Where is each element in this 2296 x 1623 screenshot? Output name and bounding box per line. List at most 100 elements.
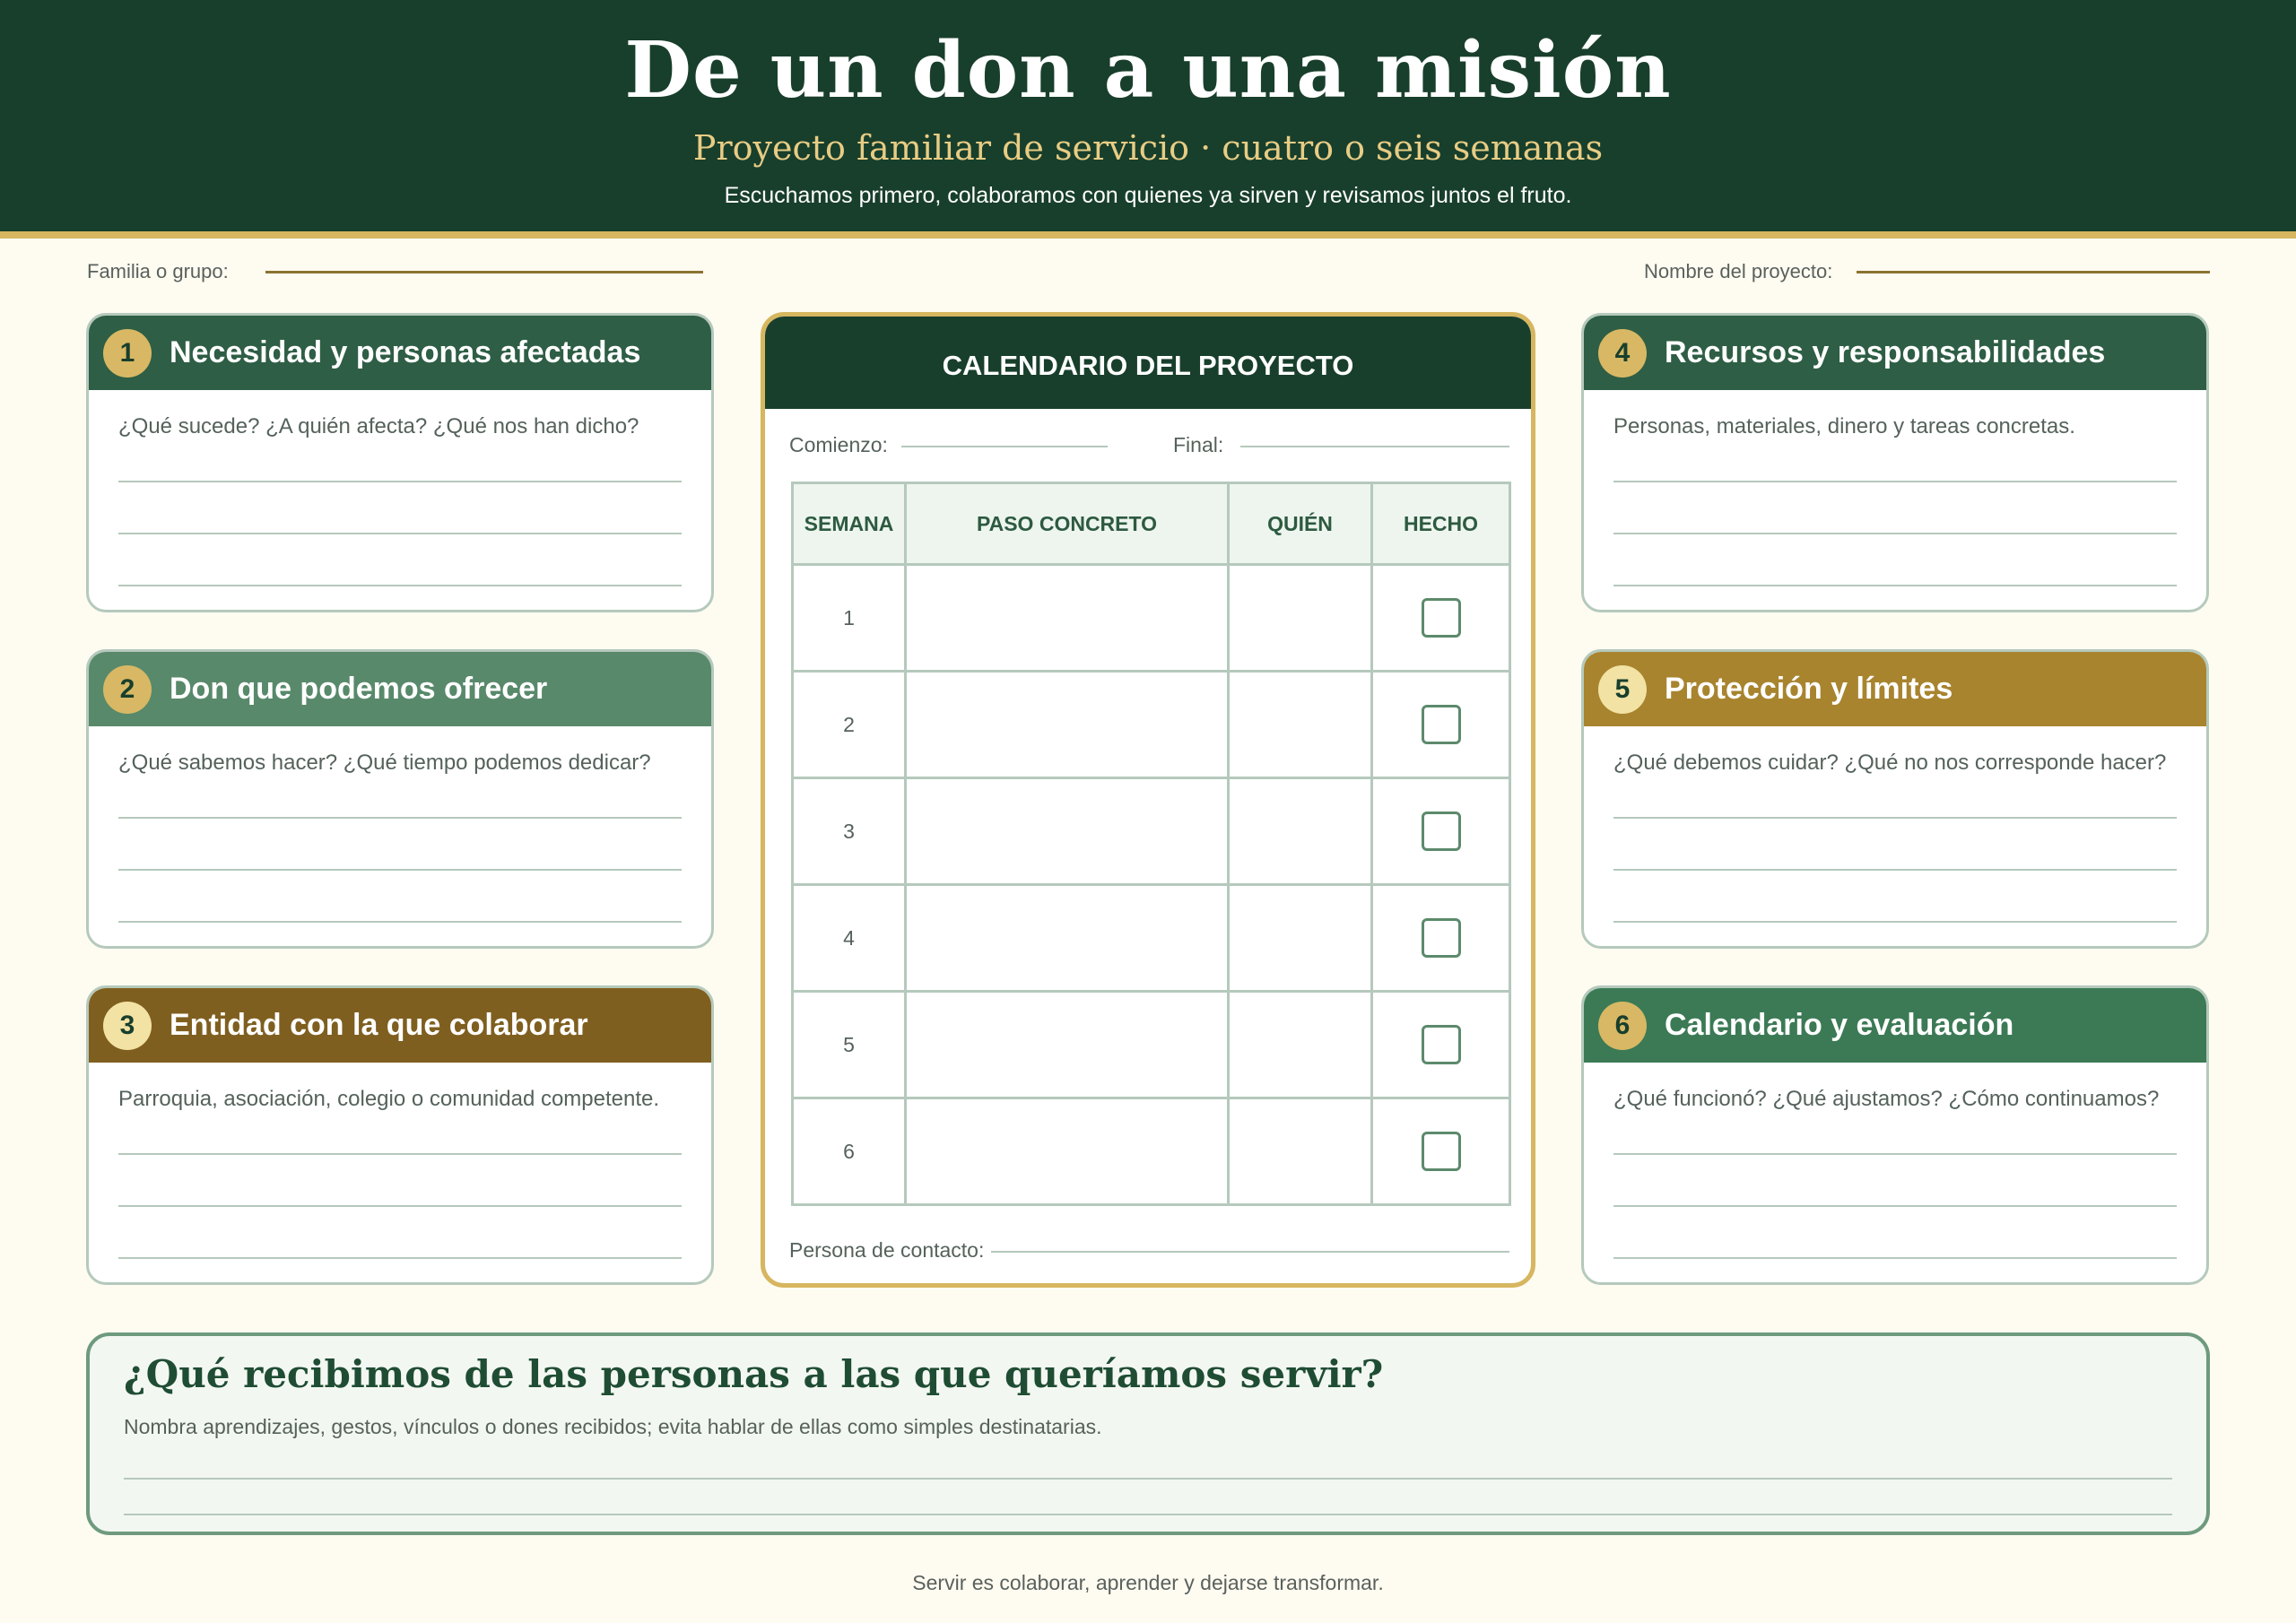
footer-motto: Servir es colaborar, aprender y dejarse … (912, 1571, 1384, 1594)
writing-line[interactable] (1613, 533, 2177, 534)
writing-line[interactable] (1613, 585, 2177, 586)
header-banner: De un don a una misión Proyecto familiar… (0, 0, 2296, 239)
done-checkbox[interactable] (1421, 1132, 1461, 1171)
step-number-badge: 6 (1598, 1002, 1647, 1050)
writing-line[interactable] (118, 533, 682, 534)
done-cell (1370, 990, 1511, 1099)
table-row: 5 (791, 990, 1511, 1099)
week-number: 1 (791, 563, 907, 673)
who-cell[interactable] (1227, 990, 1373, 1099)
done-cell (1370, 1097, 1511, 1206)
writing-line[interactable] (124, 1514, 2172, 1515)
page-title: De un don a una misión (624, 25, 1672, 116)
table-row: 6 (791, 1097, 1511, 1206)
start-label: Comienzo: (789, 433, 888, 456)
writing-line[interactable] (1613, 921, 2177, 923)
writing-line[interactable] (1613, 817, 2177, 819)
card-gift: 2 Don que podemos ofrecer ¿Qué sabemos h… (86, 649, 714, 949)
family-label: Familia o grupo: (87, 260, 229, 282)
week-number: 6 (791, 1097, 907, 1206)
writing-line[interactable] (118, 817, 682, 819)
contact-field[interactable] (991, 1251, 1509, 1253)
project-calendar: CALENDARIO DEL PROYECTO Comienzo: Final:… (761, 312, 1535, 1288)
card-need: 1 Necesidad y personas afectadas ¿Qué su… (86, 313, 714, 612)
card-title: Don que podemos ofrecer (170, 672, 548, 706)
done-checkbox[interactable] (1421, 1025, 1461, 1064)
column-header-step: PASO CONCRETO (904, 482, 1230, 566)
writing-line[interactable] (118, 1205, 682, 1207)
week-number: 4 (791, 883, 907, 993)
done-checkbox[interactable] (1421, 918, 1461, 958)
done-checkbox[interactable] (1421, 812, 1461, 851)
card-header: 5 Protección y límites (1584, 652, 2206, 726)
card-header: 1 Necesidad y personas afectadas (89, 316, 711, 390)
step-number-badge: 1 (103, 329, 152, 378)
done-checkbox[interactable] (1421, 598, 1461, 638)
page-subtitle: Proyecto familiar de servicio · cuatro o… (692, 128, 1604, 168)
card-title: Entidad con la que colaborar (170, 1008, 588, 1042)
card-resources: 4 Recursos y responsabilidades Personas,… (1581, 313, 2209, 612)
card-partner: 3 Entidad con la que colaborar Parroquia… (86, 985, 714, 1285)
writing-line[interactable] (1613, 481, 2177, 482)
card-title: Recursos y responsabilidades (1665, 335, 2106, 369)
column-header-week: SEMANA (791, 482, 907, 566)
card-header: 2 Don que podemos ofrecer (89, 652, 711, 726)
step-cell[interactable] (904, 670, 1230, 779)
step-cell[interactable] (904, 883, 1230, 993)
who-cell[interactable] (1227, 670, 1373, 779)
writing-line[interactable] (118, 585, 682, 586)
card-evaluation: 6 Calendario y evaluación ¿Qué funcionó?… (1581, 985, 2209, 1285)
card-prompt: ¿Qué funcionó? ¿Qué ajustamos? ¿Cómo con… (1613, 1087, 2160, 1111)
column-header-who: QUIÉN (1227, 482, 1373, 566)
who-cell[interactable] (1227, 777, 1373, 886)
step-cell[interactable] (904, 777, 1230, 886)
writing-line[interactable] (1613, 1153, 2177, 1155)
done-checkbox[interactable] (1421, 705, 1461, 744)
done-cell (1370, 883, 1511, 993)
done-cell (1370, 563, 1511, 673)
card-prompt: ¿Qué sabemos hacer? ¿Qué tiempo podemos … (118, 751, 651, 775)
writing-line[interactable] (118, 481, 682, 482)
writing-line[interactable] (1613, 1257, 2177, 1259)
week-number: 3 (791, 777, 907, 886)
step-number-badge: 4 (1598, 329, 1647, 378)
card-title: Calendario y evaluación (1665, 1008, 2014, 1042)
calendar-title: CALENDARIO DEL PROYECTO (765, 317, 1531, 409)
family-field[interactable] (265, 271, 703, 273)
column-header-done: HECHO (1370, 482, 1511, 566)
start-date-field[interactable] (901, 446, 1108, 447)
card-title: Necesidad y personas afectadas (170, 335, 641, 369)
writing-line[interactable] (1613, 869, 2177, 871)
who-cell[interactable] (1227, 883, 1373, 993)
who-cell[interactable] (1227, 1097, 1373, 1206)
step-number-badge: 5 (1598, 665, 1647, 714)
step-number-badge: 2 (103, 665, 152, 714)
card-protection: 5 Protección y límites ¿Qué debemos cuid… (1581, 649, 2209, 949)
table-row: 1 (791, 563, 1511, 673)
reflection-subtitle: Nombra aprendizajes, gestos, vínculos o … (124, 1415, 1102, 1438)
reflection-box: ¿Qué recibimos de las personas a las que… (86, 1332, 2210, 1535)
card-header: 4 Recursos y responsabilidades (1584, 316, 2206, 390)
project-name-field[interactable] (1857, 271, 2210, 273)
writing-line[interactable] (1613, 1205, 2177, 1207)
writing-line[interactable] (124, 1478, 2172, 1480)
page-tagline: Escuchamos primero, colaboramos con quie… (724, 183, 1572, 208)
end-label: Final: (1173, 433, 1224, 456)
step-cell[interactable] (904, 1097, 1230, 1206)
end-date-field[interactable] (1240, 446, 1509, 447)
card-prompt: Parroquia, asociación, colegio o comunid… (118, 1087, 660, 1111)
step-cell[interactable] (904, 563, 1230, 673)
step-cell[interactable] (904, 990, 1230, 1099)
writing-line[interactable] (118, 921, 682, 923)
card-prompt: Personas, materiales, dinero y tareas co… (1613, 414, 2075, 438)
week-number: 2 (791, 670, 907, 779)
writing-line[interactable] (118, 1257, 682, 1259)
writing-line[interactable] (118, 869, 682, 871)
calendar-table: SEMANA PASO CONCRETO QUIÉN HECHO 1 2 3 4… (791, 482, 1511, 1206)
done-cell (1370, 777, 1511, 886)
card-prompt: ¿Qué sucede? ¿A quién afecta? ¿Qué nos h… (118, 414, 639, 438)
reflection-title: ¿Qué recibimos de las personas a las que… (124, 1352, 1384, 1396)
who-cell[interactable] (1227, 563, 1373, 673)
table-row: 3 (791, 777, 1511, 886)
writing-line[interactable] (118, 1153, 682, 1155)
